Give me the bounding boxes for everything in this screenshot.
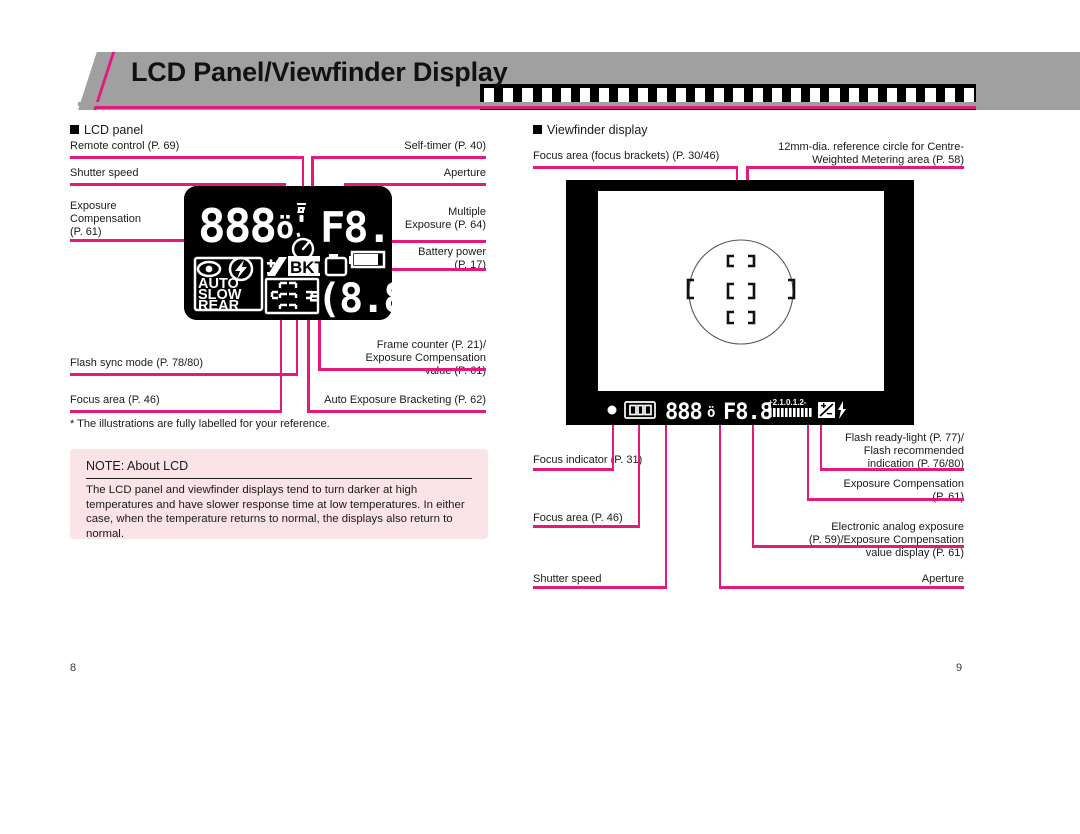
page-number-right: 9	[956, 662, 963, 674]
leader-focus-area-vf-vert	[637, 425, 640, 527]
label-shutter-speed-vf: Shutter speed	[533, 573, 602, 585]
leader-focus-area-vf	[533, 525, 640, 528]
leader-analog-exposure	[751, 545, 964, 548]
footnote-illustrations: * The illustrations are fully labelled f…	[70, 418, 330, 430]
svg-text:+2.1.0.1.2-: +2.1.0.1.2-	[768, 398, 807, 407]
svg-text:REAR: REAR	[198, 298, 240, 314]
label-exposure-compensation-lcd: Exposure Compensation (P. 61)	[70, 200, 141, 238]
leader-flash-sync-mode	[70, 373, 298, 376]
label-focus-area-vf: Focus area (P. 46)	[533, 512, 623, 524]
label-focus-indicator: Focus indicator (P. 31)	[533, 454, 643, 466]
leader-focus-area-brackets	[533, 166, 738, 169]
viewfinder-section-heading: Viewfinder display	[533, 123, 648, 137]
svg-text:888: 888	[665, 400, 702, 425]
leader-self-timer	[311, 156, 486, 159]
label-focus-area-brackets: Focus area (focus brackets) (P. 30/46)	[533, 150, 720, 162]
focus-indicator-dot	[607, 405, 617, 415]
note-divider	[86, 478, 472, 480]
leader-shutter-speed-vf	[533, 586, 667, 589]
leader-aperture-vf	[718, 586, 964, 589]
analog-exposure-scale	[769, 408, 812, 417]
leader-exposure-comp-vf-vert	[806, 425, 809, 500]
leader-aperture-vf-vert	[718, 425, 721, 587]
banner-bottom-accent-rule	[96, 106, 976, 109]
svg-text:BKT: BKT	[290, 258, 326, 277]
leader-focus-indicator-vert	[611, 425, 614, 470]
label-self-timer: Self-timer (P. 40)	[404, 140, 486, 152]
vf-exposure-compensation-icon	[818, 402, 835, 418]
leader-reference-circle	[746, 166, 964, 169]
leader-flash-sync-mode-vert	[295, 312, 298, 374]
lcd-panel-section-heading: LCD panel	[70, 123, 143, 137]
svg-text:F8.8: F8.8	[723, 400, 772, 425]
leader-focus-area-lcd	[70, 410, 282, 413]
label-focus-area-lcd: Focus area (P. 46)	[70, 394, 160, 406]
manual-page-spread: LCD Panel/Viewfinder Display LCD panel R…	[0, 0, 1080, 834]
leader-frame-counter-vert	[318, 312, 321, 370]
leader-remote-control	[70, 156, 304, 159]
lcd-panel-illustration: 888 ö ” F8.8	[184, 186, 392, 320]
page-number-left: 8	[70, 662, 77, 674]
label-aperture-lcd: Aperture	[443, 167, 486, 179]
leader-flash-ready	[819, 468, 964, 471]
note-about-lcd-box: NOTE: About LCD The LCD panel and viewfi…	[70, 449, 488, 540]
bullet-square-icon	[70, 125, 79, 134]
label-electronic-analog-exposure: Electronic analog exposure (P. 59)/Expos…	[808, 521, 964, 559]
label-flash-sync-mode: Flash sync mode (P. 78/80)	[70, 357, 204, 369]
svg-text:(8.8): (8.8)	[317, 276, 392, 320]
leader-exposure-comp-vf	[806, 498, 964, 501]
viewfinder-illustration: 888 ö F8.8 +2.1.0.1.2-	[566, 180, 914, 425]
label-remote-control: Remote control (P. 69)	[70, 140, 180, 152]
label-reference-circle: 12mm-dia. reference circle for Centre- W…	[778, 141, 964, 166]
leader-focus-indicator	[533, 468, 614, 471]
label-aperture-vf: Aperture	[921, 573, 964, 585]
leader-analog-exposure-vert	[751, 425, 754, 547]
svg-text:ö: ö	[276, 211, 294, 246]
leader-shutter-speed-vf-vert	[664, 425, 667, 587]
viewfinder-graphic: 888 ö F8.8 +2.1.0.1.2-	[566, 180, 914, 425]
note-title: NOTE: About LCD	[86, 459, 189, 473]
label-shutter-speed-lcd: Shutter speed	[70, 167, 139, 179]
leader-aeb	[307, 410, 486, 413]
bracketing-icon: BKT	[288, 256, 326, 277]
page-title: LCD Panel/Viewfinder Display	[131, 57, 508, 87]
svg-text:888: 888	[198, 199, 275, 253]
note-body: The LCD panel and viewfinder displays te…	[86, 484, 465, 540]
leader-frame-counter	[318, 368, 486, 371]
label-flash-ready-light: Flash ready-light (P. 77)/ Flash recomme…	[844, 432, 964, 470]
leader-focus-area-lcd-vert	[279, 312, 282, 412]
leader-flash-ready-vert	[819, 425, 822, 470]
svg-text:F8.8: F8.8	[320, 203, 392, 252]
svg-text:ö: ö	[707, 405, 715, 421]
label-auto-exposure-bracketing: Auto Exposure Bracketing (P. 62)	[324, 394, 486, 406]
bullet-square-icon-2	[533, 125, 542, 134]
lcd-panel-graphic: 888 ö ” F8.8	[184, 186, 392, 320]
label-frame-counter: Frame counter (P. 21)/ Exposure Compensa…	[365, 339, 486, 377]
